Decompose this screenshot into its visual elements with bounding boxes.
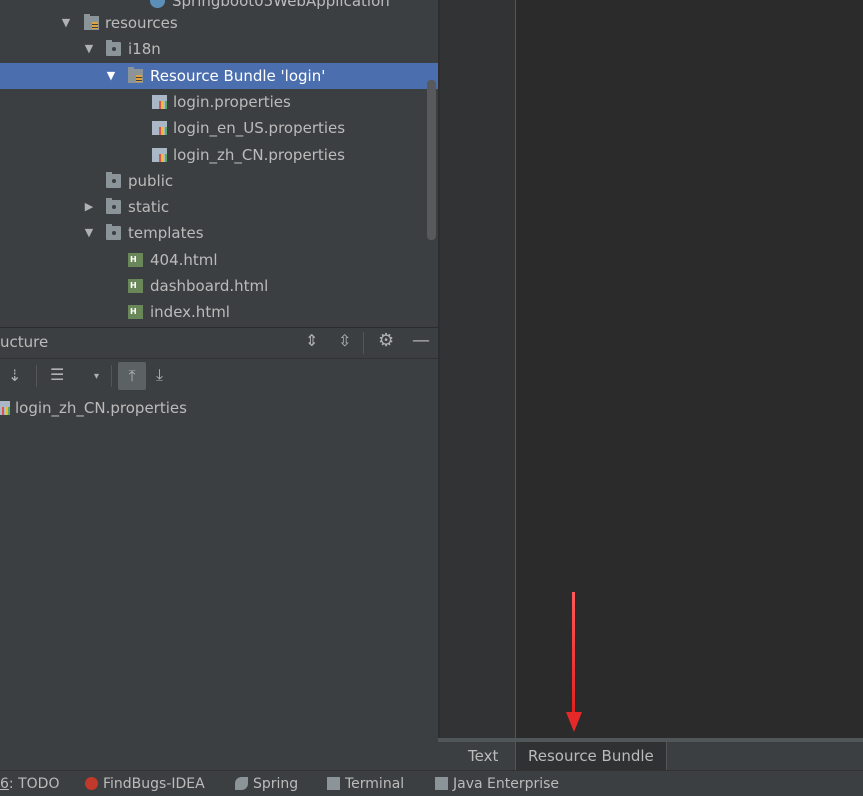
tree-item-i18n[interactable]: ▼ i18n: [0, 36, 438, 62]
expand-arrow-icon[interactable]: ▼: [104, 63, 118, 89]
tree-item-label: login.properties: [173, 93, 291, 111]
tree-item-public[interactable]: public: [0, 168, 438, 194]
properties-file-icon: [152, 148, 167, 162]
tree-item-label: dashboard.html: [150, 277, 269, 295]
spring-label: Spring: [253, 776, 299, 792]
tree-item-label: i18n: [128, 40, 161, 58]
project-tree-panel: Springboot05WebApplication ▼ resources ▼…: [0, 0, 438, 326]
editor-bottom-tabs: Text Resource Bundle: [438, 738, 863, 770]
structure-panel-title: ucture: [0, 333, 49, 351]
tree-item-label: Resource Bundle 'login': [150, 67, 326, 85]
tree-item-label: templates: [128, 224, 204, 242]
hide-panel-icon[interactable]: —: [412, 330, 430, 351]
expand-arrow-icon[interactable]: ▼: [82, 220, 96, 246]
findbugs-tool-window[interactable]: FindBugs-IDEA: [85, 776, 205, 792]
resources-folder-icon: [84, 14, 99, 30]
tree-scrollbar[interactable]: [427, 80, 436, 240]
structure-panel-header: ucture ⇕ ⇳ ⚙ —: [0, 327, 438, 358]
editor-area[interactable]: [516, 0, 863, 738]
tool-window-bar: 6: TODO FindBugs-IDEA Spring Terminal Ja…: [0, 770, 863, 796]
expand-arrow-icon[interactable]: ▼: [59, 10, 73, 36]
resource-bundle-icon: [128, 67, 143, 83]
spring-leaf-icon: [235, 777, 248, 790]
java-enterprise-icon: [435, 777, 448, 790]
bug-icon: [85, 777, 98, 790]
expand-arrow-icon[interactable]: ▼: [82, 36, 96, 62]
structure-item[interactable]: login_zh_CN.properties: [0, 395, 438, 421]
tree-item-login-zh-cn-properties[interactable]: login_zh_CN.properties: [0, 142, 438, 168]
gear-icon[interactable]: ⚙: [378, 330, 394, 351]
terminal-icon: [327, 777, 340, 790]
tree-item-label: resources: [105, 14, 178, 32]
toolbar-divider: [36, 365, 37, 387]
tree-item-label: login_en_US.properties: [173, 119, 346, 137]
autoscroll-to-source-icon[interactable]: ⤒: [118, 362, 146, 390]
toolbar-divider: [363, 332, 364, 354]
html-file-icon: [128, 305, 143, 319]
autoscroll-from-source-icon[interactable]: ⤓: [156, 365, 163, 385]
html-file-icon: [128, 279, 143, 293]
html-file-icon: [128, 253, 143, 267]
structure-toolbar: ⇣ ☰ ▾ ⤒ ⤓: [0, 358, 438, 394]
tab-resource-bundle[interactable]: Resource Bundle: [515, 742, 667, 770]
tree-item-dashboard-html[interactable]: dashboard.html: [0, 273, 438, 299]
todo-label: : TODO: [8, 776, 60, 792]
annotation-arrow-shaft: [572, 592, 575, 714]
expand-all-icon[interactable]: ⇕: [305, 331, 318, 350]
terminal-label: Terminal: [345, 776, 405, 792]
properties-file-icon: [152, 95, 167, 109]
java-enterprise-tool-window[interactable]: Java Enterprise: [435, 776, 559, 792]
folder-icon: [106, 172, 121, 188]
todo-tool-window[interactable]: 6: TODO: [0, 776, 59, 792]
spring-boot-icon: [150, 0, 165, 8]
folder-icon: [106, 224, 121, 240]
java-enterprise-label: Java Enterprise: [453, 776, 560, 792]
tree-item-resource-bundle-login[interactable]: ▼ Resource Bundle 'login': [0, 63, 438, 89]
editor-gutter: [440, 0, 516, 738]
structure-panel-body: login_zh_CN.properties: [0, 393, 438, 738]
spring-tool-window[interactable]: Spring: [235, 776, 298, 792]
folder-icon: [106, 40, 121, 56]
terminal-tool-window[interactable]: Terminal: [327, 776, 404, 792]
tree-item-login-properties[interactable]: login.properties: [0, 89, 438, 115]
tree-item-index-html[interactable]: index.html: [0, 299, 438, 325]
annotation-arrow-head: [566, 712, 582, 732]
tree-item-label: 404.html: [150, 251, 218, 269]
tree-item-label: static: [128, 198, 170, 216]
tree-item-templates[interactable]: ▼ templates: [0, 220, 438, 246]
group-by-icon[interactable]: ☰: [50, 365, 64, 384]
toolbar-divider: [111, 365, 112, 387]
todo-shortcut-number: 6: [0, 776, 9, 792]
structure-item-label: login_zh_CN.properties: [15, 399, 187, 417]
tab-text[interactable]: Text: [456, 742, 510, 770]
sort-icon[interactable]: ⇣: [8, 366, 21, 385]
tree-item-static[interactable]: ▶ static: [0, 194, 438, 220]
properties-file-icon: [0, 401, 10, 415]
tree-item-404-html[interactable]: 404.html: [0, 247, 438, 273]
tree-item-login-en-us-properties[interactable]: login_en_US.properties: [0, 115, 438, 141]
tree-item-resources[interactable]: ▼ resources: [0, 10, 438, 36]
dropdown-arrow-icon[interactable]: ▾: [94, 371, 99, 382]
findbugs-label: FindBugs-IDEA: [103, 776, 205, 792]
tree-item-label: public: [128, 172, 174, 190]
collapse-all-icon[interactable]: ⇳: [338, 331, 351, 350]
tree-item-label: index.html: [150, 303, 230, 321]
tree-item-label: login_zh_CN.properties: [173, 146, 345, 164]
folder-icon: [106, 198, 121, 214]
collapse-arrow-icon[interactable]: ▶: [82, 194, 96, 220]
properties-file-icon: [152, 121, 167, 135]
